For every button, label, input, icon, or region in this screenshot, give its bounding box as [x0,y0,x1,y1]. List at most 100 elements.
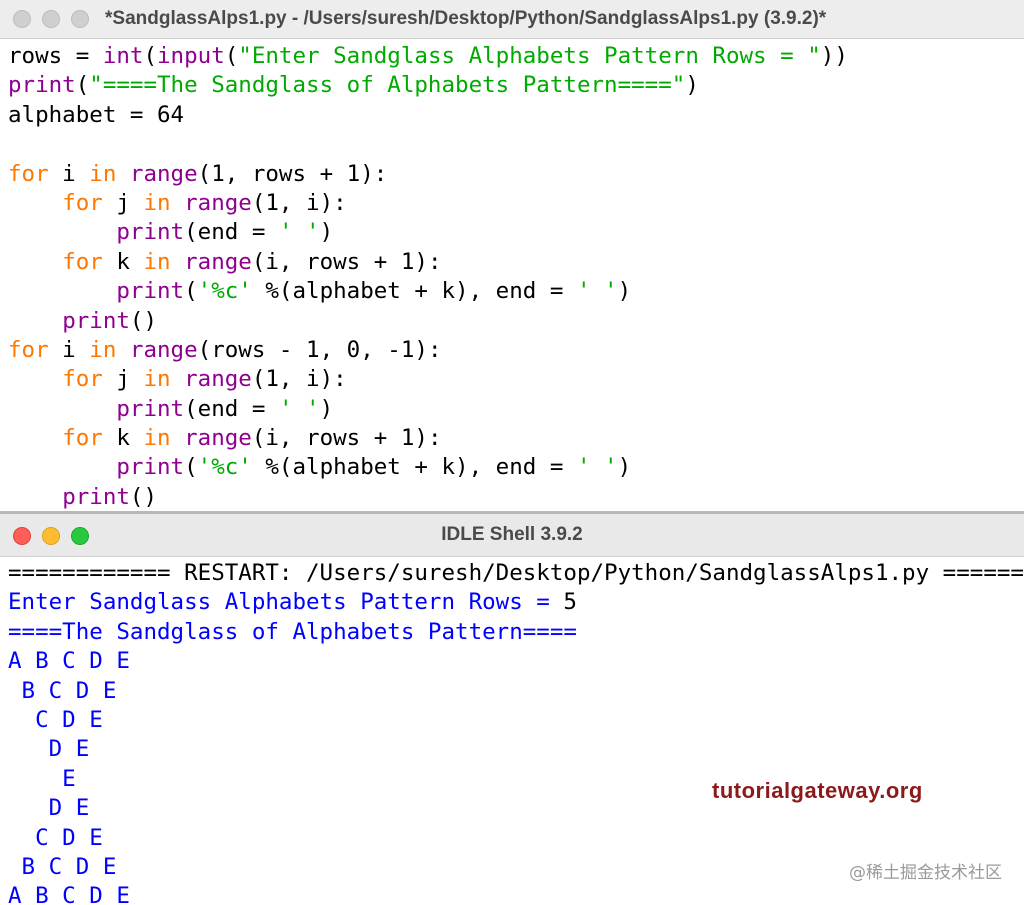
code-token: ============ RESTART: /Users/suresh/Desk… [8,560,1024,586]
shell-line: C D E [8,824,1024,853]
code-token: for [62,366,103,393]
code-token: range [184,248,252,275]
shell-line: A B C D E [8,647,1024,676]
code-editor[interactable]: rows = int(input("Enter Sandglass Alphab… [8,42,848,512]
code-token: () [129,483,158,510]
code-token: print [116,454,185,481]
code-token: (i, rows + 1): [251,425,442,452]
code-token: range [184,425,252,452]
code-token: ' ' [278,395,320,422]
code-token: i [48,160,90,187]
code-token: in [143,425,171,452]
code-token: %(alphabet + k), end = [251,454,577,481]
code-line: print(end = ' ') [8,395,848,424]
code-token: ) [319,395,334,422]
editor-title: *SandglassAlps1.py - /Users/suresh/Deskt… [105,8,827,29]
shell-titlebar[interactable]: IDLE Shell 3.9.2 [0,514,1024,557]
code-token: i [48,336,90,363]
code-token: ( [75,72,90,99]
code-line: for j in range(1, i): [8,189,848,218]
code-line: print('%c' %(alphabet + k), end = ' ') [8,453,848,482]
code-token: '%c' [197,454,252,481]
shell-line: C D E [8,706,1024,735]
code-line: for i in range(1, rows + 1): [8,160,848,189]
code-token: input [157,43,225,69]
code-token: (1, i): [251,189,347,216]
code-token: ====The Sandglass of Alphabets Pattern==… [8,618,577,645]
editor-window: *SandglassAlps1.py - /Users/suresh/Deskt… [0,0,1024,512]
code-token: rows = [8,43,103,69]
code-token: (rows - 1, 0, -1): [197,336,442,363]
code-line: for k in range(i, rows + 1): [8,248,848,277]
watermark-tutorialgateway: tutorialgateway.org [712,778,923,803]
code-token: "Enter Sandglass Alphabets Pattern Rows … [238,43,821,69]
code-token: ' ' [576,454,618,481]
code-token: alphabet = 64 [8,101,185,128]
zoom-button[interactable] [71,10,89,28]
code-token: for [8,336,49,363]
code-token: (end = [184,219,279,246]
code-token: A B C D E [8,883,130,905]
code-token: print [62,483,130,510]
shell-line: B C D E [8,677,1024,706]
code-token: Enter Sandglass Alphabets Pattern Rows = [8,589,564,616]
code-line: alphabet = 64 [8,101,848,130]
code-line: for k in range(i, rows + 1): [8,424,848,453]
shell-title: IDLE Shell 3.9.2 [441,524,583,545]
code-token: %(alphabet + k), end = [251,278,577,305]
code-line: print('%c' %(alphabet + k), end = ' ') [8,277,848,306]
shell-line: ====The Sandglass of Alphabets Pattern==… [8,618,1024,647]
code-token: in [89,336,117,363]
code-token: C D E [8,706,103,733]
code-line: for j in range(1, i): [8,365,848,394]
code-token: ( [143,43,158,69]
code-token: for [62,425,103,452]
code-token: ( [184,454,198,481]
code-token: '%c' [197,278,252,305]
code-token: B C D E [8,677,117,704]
code-token: ) [319,219,334,246]
code-token: ) [617,278,632,305]
code-token: j [102,366,144,393]
code-token: in [143,248,171,275]
code-token: ) [617,454,632,481]
shell-output[interactable]: ============ RESTART: /Users/suresh/Desk… [8,559,1024,905]
code-token: B C D E [8,853,117,880]
minimize-button[interactable] [42,10,60,28]
code-token: print [62,307,130,334]
code-token: D E [8,795,90,822]
code-token: C D E [8,824,103,851]
editor-titlebar[interactable]: *SandglassAlps1.py - /Users/suresh/Deskt… [0,0,1024,39]
code-token: (end = [184,395,279,422]
code-token: k [102,248,144,275]
code-token: (1, i): [251,366,347,393]
code-token: "====The Sandglass of Alphabets Pattern=… [89,72,686,99]
code-line: for i in range(rows - 1, 0, -1): [8,336,848,365]
code-token: () [129,307,158,334]
code-line: print() [8,307,848,336]
code-token: ' ' [576,278,618,305]
code-token: for [62,189,103,216]
code-line: print() [8,483,848,512]
code-token: print [116,395,185,422]
shell-line: ============ RESTART: /Users/suresh/Desk… [8,559,1024,588]
code-token: E [8,765,76,792]
shell-line: A B C D E [8,882,1024,905]
shell-window: IDLE Shell 3.9.2 ============ RESTART: /… [0,514,1024,905]
code-token: for [8,160,49,187]
close-button[interactable] [13,10,31,28]
code-token: j [102,189,144,216]
